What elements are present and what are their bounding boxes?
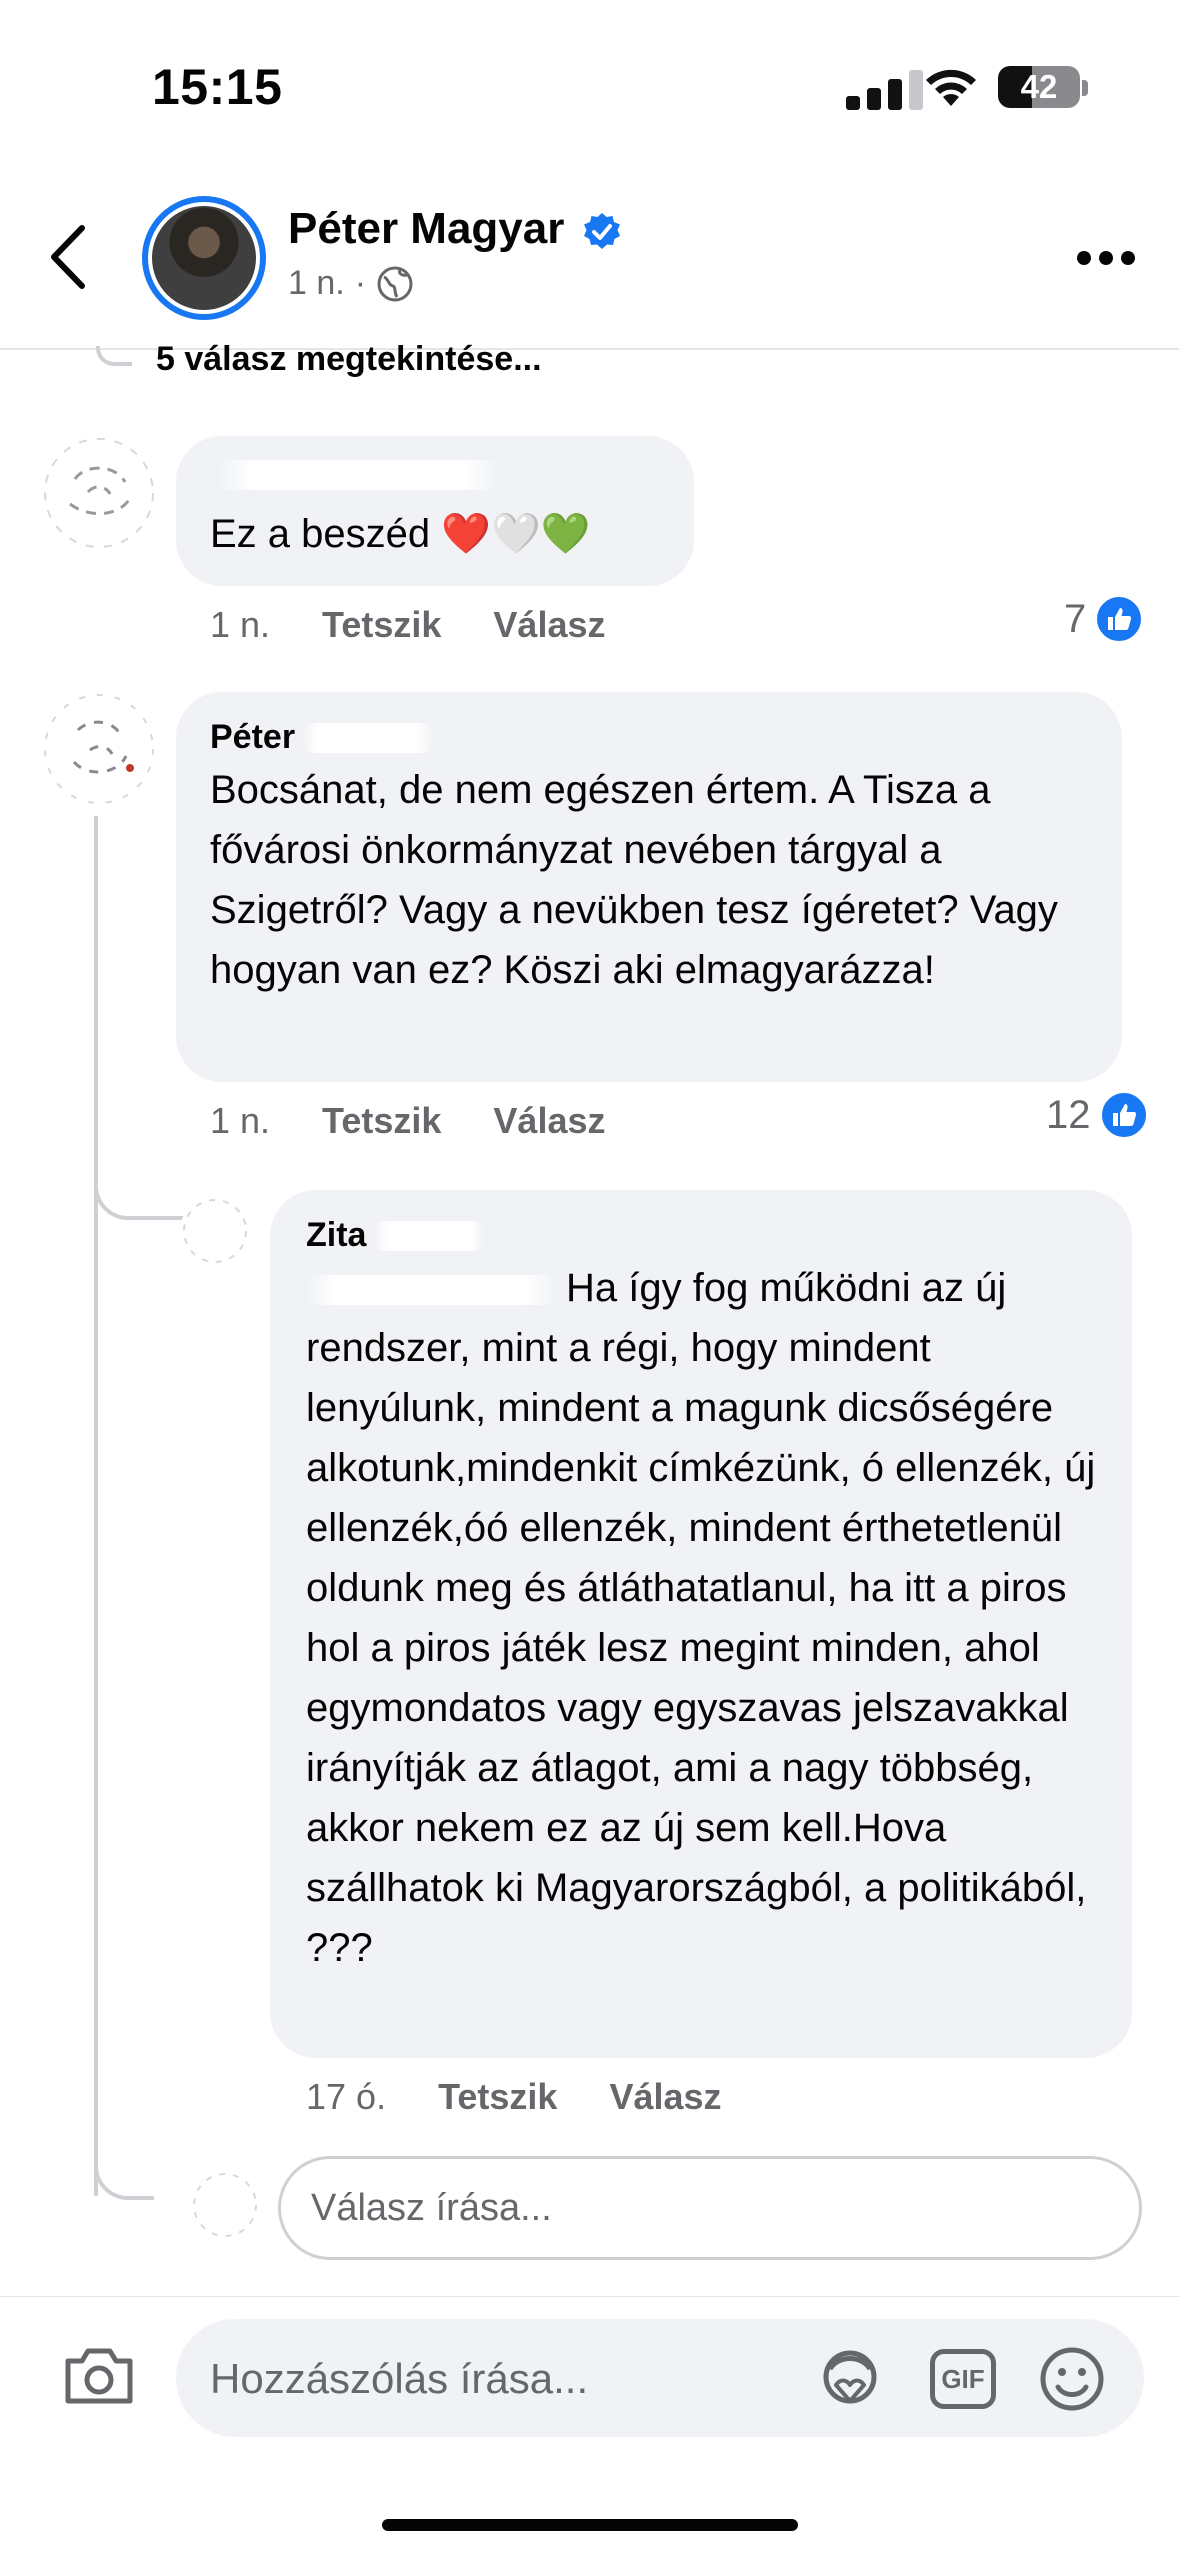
post-time: 1 n. xyxy=(288,264,345,302)
meta-separator: · xyxy=(354,264,367,302)
reply-button[interactable]: Válasz xyxy=(609,2076,721,2118)
commenter-avatar[interactable] xyxy=(40,434,158,552)
home-indicator[interactable] xyxy=(382,2519,798,2531)
cellular-signal-icon xyxy=(846,70,923,110)
comment-placeholder: Hozzászólás írása... xyxy=(210,2355,589,2402)
comment-composer-bar: Hozzászólás írása... GIF xyxy=(0,2296,1179,2556)
like-button[interactable]: Tetszik xyxy=(438,2076,557,2118)
commenter-avatar[interactable] xyxy=(40,690,158,808)
comment-time: 17 ó. xyxy=(306,2076,387,2117)
comment-actions: 1 n. Tetszik Válasz xyxy=(210,1100,606,1142)
like-count: 12 xyxy=(1046,1092,1091,1137)
battery-icon: 42 xyxy=(998,66,1080,108)
battery-level: 42 xyxy=(1020,68,1058,105)
comment-time: 1 n. xyxy=(210,604,271,645)
reply-button[interactable]: Válasz xyxy=(493,604,605,646)
comment-text: Ez a beszéd ❤️🤍💚 xyxy=(210,512,591,556)
comment-text: Bocsánat, de nem egészen értem. A Tisza … xyxy=(210,768,1058,992)
author-avatar[interactable] xyxy=(142,196,266,320)
more-options-icon[interactable] xyxy=(1076,250,1136,266)
redacted-mention xyxy=(306,1275,556,1306)
comment-actions: 1 n. Tetszik Válasz xyxy=(210,604,606,646)
redacted-name xyxy=(303,722,434,753)
avatar-sticker-icon[interactable] xyxy=(816,2347,884,2411)
verified-badge-icon xyxy=(584,213,620,249)
like-button[interactable]: Tetszik xyxy=(322,1100,441,1142)
status-time: 15:15 xyxy=(152,59,283,115)
comment-bubble: Péter Bocsánat, de nem egészen értem. A … xyxy=(176,692,1122,1082)
like-count: 7 xyxy=(1064,596,1087,641)
redacted-name xyxy=(374,1220,485,1251)
emoji-icon[interactable] xyxy=(1038,2345,1106,2413)
comment-text: Ha így fog működni az új rendszer, mint … xyxy=(306,1266,1096,1970)
comment-time: 1 n. xyxy=(210,1100,271,1141)
camera-icon[interactable] xyxy=(62,2345,136,2407)
wifi-icon xyxy=(926,69,976,106)
comment-author[interactable] xyxy=(210,460,498,490)
view-replies-link[interactable]: 5 válasz megtekintése... xyxy=(156,340,542,379)
thread-connector xyxy=(96,346,132,366)
gif-icon[interactable]: GIF xyxy=(930,2349,996,2409)
thread-branch xyxy=(94,2146,154,2200)
reply-input[interactable]: Válasz írása... xyxy=(278,2156,1142,2260)
reaction-count[interactable]: 12 xyxy=(1046,1090,1149,1140)
comment-author[interactable]: Zita xyxy=(306,1216,485,1255)
thread-branch xyxy=(94,1160,190,1220)
comment-input[interactable]: Hozzászólás írása... GIF xyxy=(176,2319,1144,2437)
current-user-avatar xyxy=(190,2170,260,2240)
comment-actions: 17 ó. Tetszik Válasz xyxy=(306,2076,722,2118)
like-button[interactable]: Tetszik xyxy=(322,604,441,646)
like-reaction-icon xyxy=(1094,594,1145,644)
comment-bubble: Ez a beszéd ❤️🤍💚 xyxy=(176,436,694,586)
post-header: Péter Magyar 1 n. · xyxy=(0,190,1179,350)
redacted-name xyxy=(218,460,498,490)
reply-button[interactable]: Válasz xyxy=(493,1100,605,1142)
author-name[interactable]: Péter Magyar xyxy=(288,204,564,254)
post-meta: 1 n. · xyxy=(288,264,414,303)
battery-nub xyxy=(1082,80,1088,96)
thread-line xyxy=(94,816,98,2196)
back-arrow-icon[interactable] xyxy=(44,222,94,292)
globe-icon xyxy=(377,266,413,301)
reply-bubble: Zita Ha így fog működni az új rendszer, … xyxy=(270,1190,1132,2058)
like-reaction-icon xyxy=(1098,1090,1149,1140)
reply-placeholder: Válasz írása... xyxy=(311,2187,552,2229)
commenter-avatar[interactable] xyxy=(180,1196,250,1266)
reaction-count[interactable]: 7 xyxy=(1064,594,1145,644)
comment-author[interactable]: Péter xyxy=(210,718,434,757)
